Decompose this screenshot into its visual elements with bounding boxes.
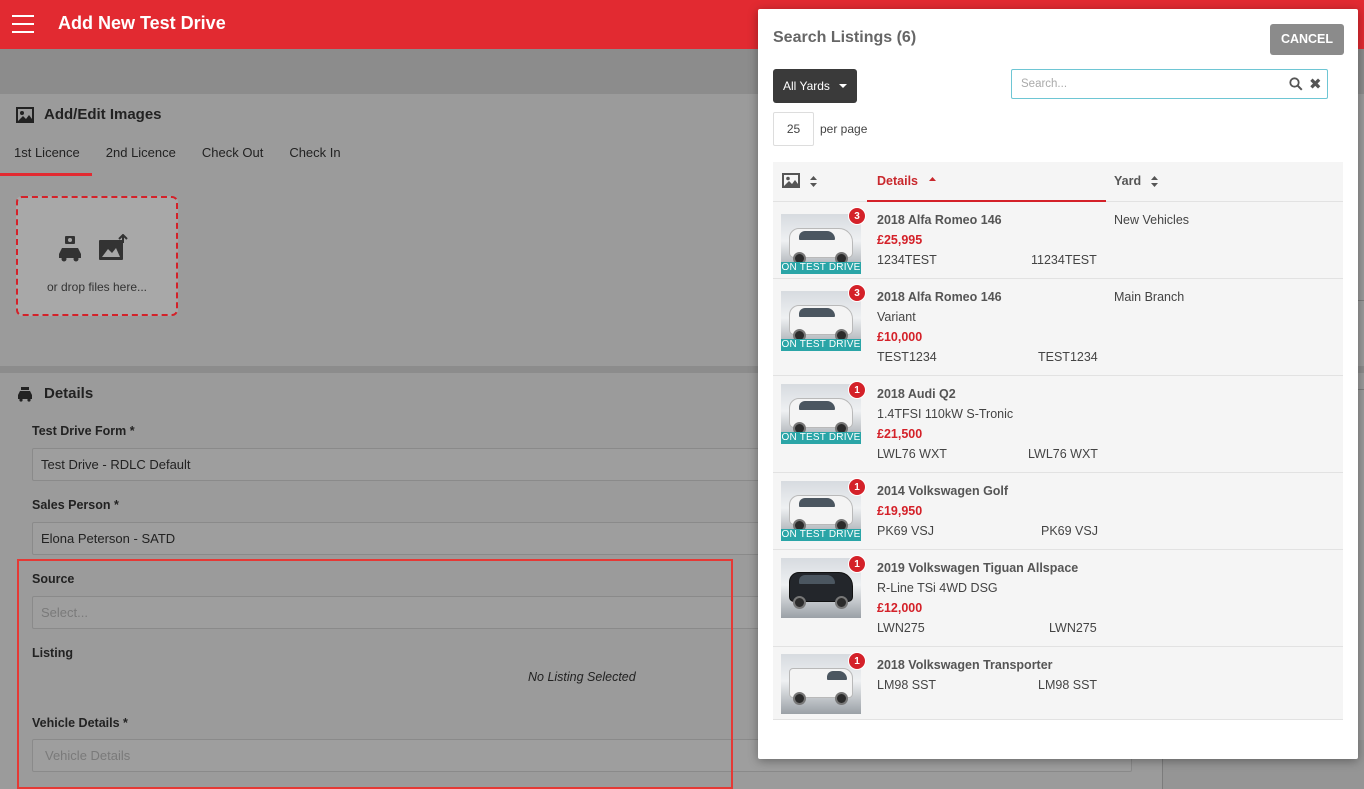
listing-stock: PK69 VSJ <box>877 524 934 538</box>
listing-row[interactable]: ON TEST DRIVE 1 2018 Audi Q2 1.4TFSI 110… <box>773 376 1343 473</box>
image-icon <box>16 106 34 123</box>
listing-price: £25,995 <box>877 233 923 247</box>
upload-image-icon[interactable] <box>98 234 128 262</box>
licence-tabs: 1st Licence 2nd Licence Check Out Check … <box>0 140 353 176</box>
sort-asc-icon[interactable] <box>928 176 937 182</box>
listing-yard: Main Branch <box>1114 290 1185 304</box>
search-input[interactable] <box>1012 70 1272 98</box>
listing-variant: Variant <box>877 310 916 324</box>
listing-reg: LWL76 WXT <box>1028 447 1098 461</box>
listing-variant: R-Line TSi 4WD DSG <box>877 581 998 595</box>
listing-title: 2014 Volkswagen Golf <box>877 484 1009 498</box>
vehicle-thumbnail: ON TEST DRIVE <box>781 214 861 274</box>
listing-row[interactable]: ON TEST DRIVE 3 2018 Alfa Romeo 146 £25,… <box>773 202 1343 279</box>
count-badge: 1 <box>848 478 866 496</box>
listing-row[interactable]: ON TEST DRIVE 1 2014 Volkswagen Golf £19… <box>773 473 1343 550</box>
tab-check-out[interactable]: Check Out <box>188 140 275 176</box>
yards-dropdown-label: All Yards <box>783 79 830 93</box>
listing-reg: LM98 SST <box>1038 678 1098 692</box>
sales-person-label: Sales Person * <box>32 498 119 512</box>
listing-price: £19,950 <box>877 504 923 518</box>
listing-price: £12,000 <box>877 601 923 615</box>
listing-stock: TEST1234 <box>877 350 937 364</box>
yards-dropdown[interactable]: All Yards <box>773 69 857 103</box>
cancel-button[interactable]: CANCEL <box>1270 24 1344 55</box>
count-badge: 3 <box>848 284 866 302</box>
listing-reg: PK69 VSJ <box>1041 524 1098 538</box>
on-test-drive-badge: ON TEST DRIVE <box>781 432 861 444</box>
details-card-header: Details <box>16 385 93 402</box>
on-test-drive-badge: ON TEST DRIVE <box>781 339 861 351</box>
count-badge: 1 <box>848 652 866 670</box>
sort-yard-icon[interactable] <box>1150 175 1159 188</box>
tab-1st-licence[interactable]: 1st Licence <box>0 140 92 176</box>
test-drive-form-label: Test Drive Form * <box>32 424 135 438</box>
tab-2nd-licence[interactable]: 2nd Licence <box>92 140 188 176</box>
clear-search-icon[interactable]: ✖ <box>1309 75 1322 93</box>
dropzone-text: or drop files here... <box>46 280 148 294</box>
listings-table: Details Yard ON TEST DRIVE 3 2018 Alfa R… <box>773 162 1343 720</box>
column-header-details[interactable]: Details <box>877 174 918 188</box>
listing-title: 2018 Audi Q2 <box>877 387 956 401</box>
vehicle-thumbnail: ON TEST DRIVE <box>781 291 861 351</box>
on-test-drive-badge: ON TEST DRIVE <box>781 529 861 541</box>
column-header-yard[interactable]: Yard <box>1114 174 1141 188</box>
listing-price: £21,500 <box>877 427 923 441</box>
listing-yard: New Vehicles <box>1114 213 1190 227</box>
listing-price: £10,000 <box>877 330 923 344</box>
search-icon[interactable] <box>1289 77 1303 91</box>
listing-stock: LM98 SST <box>877 678 937 692</box>
count-badge: 3 <box>848 207 866 225</box>
listing-title: 2018 Alfa Romeo 146 <box>877 290 1002 304</box>
table-header: Details Yard <box>773 162 1343 202</box>
car-icon <box>18 386 32 402</box>
listing-reg: TEST1234 <box>1038 350 1098 364</box>
search-listings-modal: Search Listings (6) CANCEL All Yards ✖ 2… <box>758 9 1358 759</box>
image-column-icon <box>782 173 800 188</box>
listing-stock: LWN275 <box>877 621 925 635</box>
listing-stock: 1234TEST <box>877 253 937 267</box>
caret-down-icon <box>839 84 847 88</box>
per-page-input[interactable]: 25 <box>773 112 814 146</box>
listing-row[interactable]: 1 2018 Volkswagen Transporter LM98 SST L… <box>773 647 1343 720</box>
per-page-label: per page <box>820 122 868 136</box>
listing-row[interactable]: ON TEST DRIVE 3 2018 Alfa Romeo 146 Vari… <box>773 279 1343 376</box>
count-badge: 1 <box>848 555 866 573</box>
on-test-drive-badge: ON TEST DRIVE <box>781 262 861 274</box>
listing-row[interactable]: 1 2019 Volkswagen Tiguan Allspace R-Line… <box>773 550 1343 647</box>
count-badge: 1 <box>848 381 866 399</box>
sort-image-icon[interactable] <box>809 175 818 188</box>
listing-title: 2018 Volkswagen Transporter <box>877 658 1053 672</box>
listing-stock: LWL76 WXT <box>877 447 947 461</box>
listing-variant: 1.4TFSI 110kW S-Tronic <box>877 407 1014 421</box>
listing-reg: 11234TEST <box>1031 253 1097 267</box>
listing-title: 2018 Alfa Romeo 146 <box>877 213 1002 227</box>
file-dropzone[interactable]: or drop files here... <box>16 196 178 316</box>
page-title: Add New Test Drive <box>58 13 226 33</box>
modal-title: Search Listings (6) <box>773 29 917 46</box>
images-card-title: Add/Edit Images <box>44 106 162 123</box>
listing-title: 2019 Volkswagen Tiguan Allspace <box>877 561 1079 575</box>
camera-car-icon[interactable] <box>56 234 84 262</box>
highlight-annotation-box <box>17 559 733 789</box>
search-box: ✖ <box>1011 69 1328 99</box>
images-card-header: Add/Edit Images <box>16 106 162 123</box>
hamburger-menu-icon[interactable] <box>12 15 34 33</box>
tab-check-in[interactable]: Check In <box>275 140 352 176</box>
details-card-title: Details <box>44 385 94 402</box>
listing-reg: LWN275 <box>1049 621 1097 635</box>
